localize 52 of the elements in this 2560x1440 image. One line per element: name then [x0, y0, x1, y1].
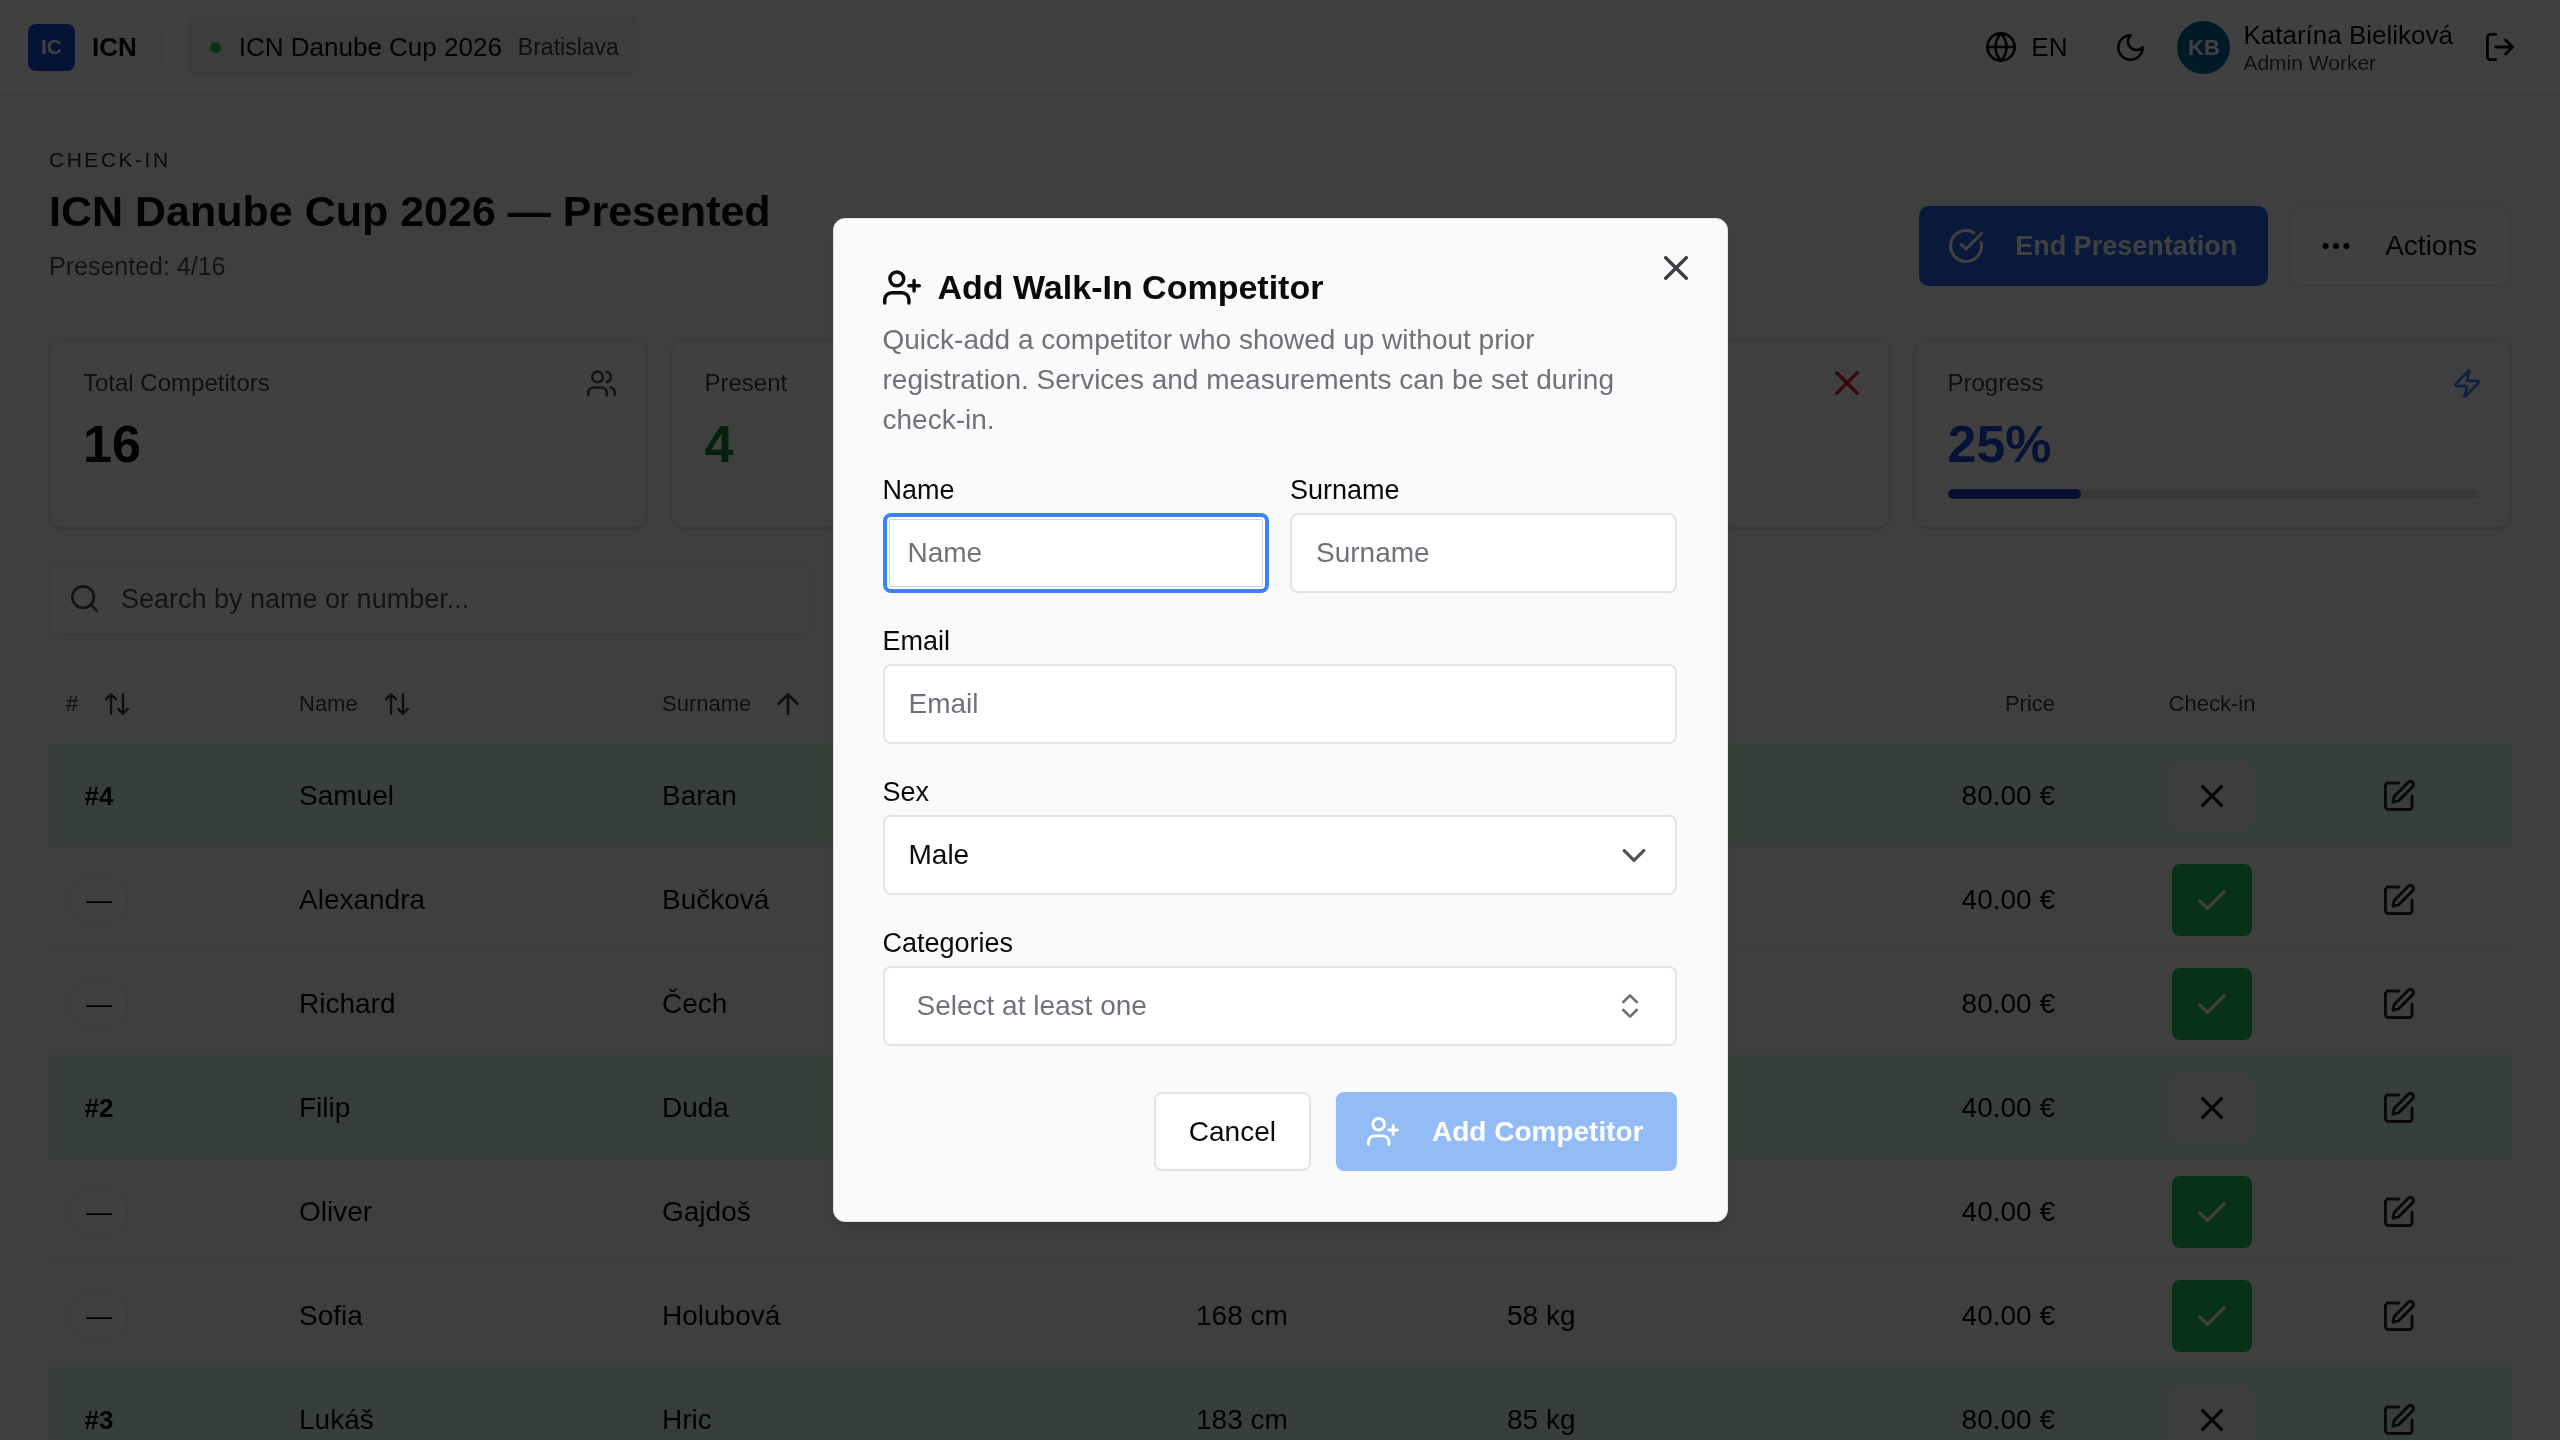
dialog-description: Quick-add a competitor who showed up without prior registration. Services and measurements can be set during check-in.	[882, 323, 1615, 437]
stat-value: 16	[83, 414, 141, 474]
close-icon[interactable]	[1663, 256, 1688, 280]
table-cell: 168 cm	[1196, 1300, 1288, 1331]
table-cell: 80.00 €	[1961, 780, 2055, 811]
select-field[interactable]: Male	[882, 815, 1677, 895]
user-name: Katarína Bieliková	[2243, 19, 2453, 50]
table-cell: Duda	[662, 1092, 729, 1123]
column-header: #	[66, 690, 79, 718]
add-person-icon	[882, 269, 921, 305]
field-label: Sex	[882, 776, 930, 809]
table-cell: Bučková	[662, 884, 770, 915]
table-cell: Holubová	[662, 1300, 781, 1331]
table-cell: Gajdoš	[662, 1196, 751, 1227]
table-cell: Filip	[299, 1092, 351, 1123]
page-title: ICN Danube Cup 2026 — Presented	[49, 186, 771, 236]
table-cell: 85 kg	[1507, 1404, 1576, 1435]
table-cell: Čech	[662, 988, 728, 1019]
table-cell: 40.00 €	[1961, 1300, 2055, 1331]
table-cell: 40.00 €	[1961, 1092, 2055, 1123]
table-cell: Samuel	[299, 780, 394, 811]
chevron-down-icon	[1621, 848, 1646, 862]
competitor-number: #2	[83, 1091, 115, 1125]
dialog-title: Add Walk-In Competitor	[937, 267, 1324, 308]
competitor-number: #3	[83, 1403, 115, 1437]
table-cell: Oliver	[299, 1196, 373, 1227]
table-cell: Hric	[662, 1404, 712, 1435]
table-cell: 80.00 €	[1961, 988, 2055, 1019]
field-label: Name	[882, 474, 955, 507]
add-person-icon	[1366, 1117, 1399, 1146]
field-label: Email	[882, 625, 950, 658]
stat-value: 4	[704, 414, 734, 474]
table-cell: Alexandra	[299, 884, 426, 915]
up-down-chevron-icon	[1621, 993, 1638, 1019]
cancel-button[interactable]: Cancel	[1153, 1092, 1311, 1171]
field-label: Surname	[1290, 474, 1400, 507]
app-name: ICN	[92, 30, 137, 64]
stat-value: 25%	[1947, 414, 2052, 474]
table-cell: Sofia	[299, 1300, 363, 1331]
field-label: Categories	[882, 927, 1014, 960]
select-field[interactable]: Select at least one	[882, 966, 1677, 1046]
table-cell: 40.00 €	[1961, 884, 2055, 915]
table-cell: Baran	[662, 780, 737, 811]
table-cell: Lukáš	[299, 1404, 374, 1435]
competitor-number: #4	[83, 779, 115, 813]
event-name: ICN Danube Cup 2026	[238, 30, 502, 64]
table-cell: 183 cm	[1196, 1404, 1288, 1435]
table-cell: 40.00 €	[1961, 1196, 2055, 1227]
input-field[interactable]: Name	[882, 513, 1269, 593]
table-cell: 58 kg	[1507, 1300, 1576, 1331]
table-cell: Richard	[299, 988, 396, 1019]
table-cell: 80.00 €	[1961, 1404, 2055, 1435]
